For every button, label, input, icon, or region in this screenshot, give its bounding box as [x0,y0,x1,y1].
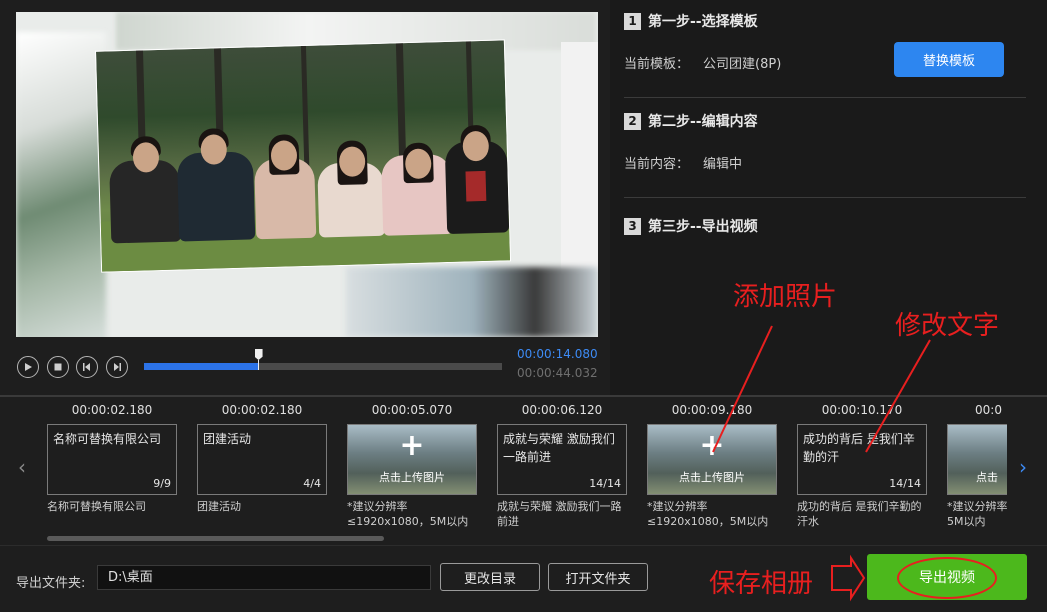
photo-card[interactable]: 点击 [947,424,1007,495]
playback-progress [144,363,259,370]
content-info: 当前内容： 编辑中 [624,153,742,172]
card-text: 成就与荣耀 激励我们一路前进 [503,432,615,464]
photo-card[interactable]: + 点击上传图片 [647,424,777,495]
char-count: 14/14 [589,477,621,490]
text-card[interactable]: 成功的背后 是我们辛勤的汗 14/14 [797,424,927,495]
step-back-icon [83,363,90,371]
slot-caption: *建议分辨率 5M以内 [947,500,1007,528]
text-card[interactable]: 团建活动 4/4 [197,424,327,495]
slot-time: 00:00:05.070 [371,403,453,417]
step-3: 3 第三步--导出视频 [624,216,758,236]
slot-time: 00:00:02.180 [221,403,303,417]
export-path-field[interactable]: D:\桌面 [97,565,431,590]
video-preview [16,12,598,337]
timeline-slot: 00:0 点击 *建议分辨率 5M以内 [947,397,1007,537]
slot-time: 00:00:10.170 [821,403,903,417]
step-2-number: 2 [624,112,641,130]
playback-slider[interactable] [144,349,502,370]
slot-caption: 成就与荣耀 激励我们一路前进 [497,500,622,528]
preview-blur-right [561,42,598,272]
step-2: 2 第二步--编辑内容 [624,111,758,131]
plus-icon: + [699,428,725,463]
char-count: 9/9 [153,477,171,490]
slot-time: 00:0 [975,403,1002,417]
card-text: 名称可替换有限公司 [53,432,162,446]
preview-blur-bottom [346,267,598,337]
step-3-title: 第三步--导出视频 [648,219,758,235]
content-value: 编辑中 [703,157,743,172]
step-forward-icon [114,363,121,371]
step-1: 1 第一步--选择模板 [624,11,758,31]
replace-template-button[interactable]: 替换模板 [894,42,1004,77]
template-info: 当前模板： 公司团建(8P) [624,53,781,72]
upload-label: 点击 [976,471,998,484]
upload-label: 点击上传图片 [679,471,745,484]
chevron-right-icon[interactable]: › [1012,455,1034,483]
card-text: 成功的背后 是我们辛勤的汗 [803,432,915,464]
text-card[interactable]: 名称可替换有限公司 9/9 [47,424,177,495]
annotation-add-photo: 添加照片 [733,282,838,312]
slot-time: 00:00:09.180 [671,403,753,417]
current-time: 00:00:14.080 [517,347,598,361]
template-label: 当前模板： [624,57,690,72]
step-2-title: 第二步--编辑内容 [648,114,758,130]
slot-caption: 成功的背后 是我们辛勤的汗水 [797,500,922,528]
annotation-save-album: 保存相册 [709,569,814,599]
play-button[interactable] [17,356,39,378]
plus-icon: + [399,428,425,463]
slot-time: 00:00:06.120 [521,403,603,417]
play-icon [25,363,32,371]
photo-card[interactable]: + 点击上传图片 [347,424,477,495]
playback-handle[interactable] [254,349,263,370]
upload-label: 点击上传图片 [379,471,445,484]
card-text: 团建活动 [203,432,252,446]
slot-time: 00:00:02.180 [71,403,153,417]
stop-icon [54,363,62,371]
total-time: 00:00:44.032 [517,366,598,380]
open-folder-button[interactable]: 打开文件夹 [548,563,648,591]
divider [624,197,1026,198]
divider [624,97,1026,98]
change-directory-button[interactable]: 更改目录 [440,563,540,591]
slot-caption: *建议分辨率≤1920x1080，5M以内 [347,500,469,528]
next-frame-button[interactable] [106,356,128,378]
template-value: 公司团建(8P) [703,57,782,72]
content-label: 当前内容： [624,157,690,172]
char-count: 14/14 [889,477,921,490]
preview-photo [94,39,512,273]
text-card[interactable]: 成就与荣耀 激励我们一路前进 14/14 [497,424,627,495]
chevron-left-icon[interactable]: ‹ [18,455,26,479]
stop-button[interactable] [47,356,69,378]
preview-blur-left [16,32,106,337]
step-1-title: 第一步--选择模板 [648,14,758,30]
timeline-scrollbar[interactable] [47,536,384,541]
slot-caption: *建议分辨率≤1920x1080，5M以内 [647,500,769,528]
annotation-edit-text: 修改文字 [895,311,1000,341]
step-1-number: 1 [624,12,641,30]
timeline: ‹ 00:00:02.180 名称可替换有限公司 9/9 名称可替换有限公司 0… [0,395,1047,545]
prev-frame-button[interactable] [76,356,98,378]
annotation-ellipse [897,557,997,599]
step-3-number: 3 [624,217,641,235]
slot-caption: 名称可替换有限公司 [47,500,146,513]
slot-caption: 团建活动 [197,500,241,513]
char-count: 4/4 [303,477,321,490]
export-folder-label: 导出文件夹: [16,576,86,591]
